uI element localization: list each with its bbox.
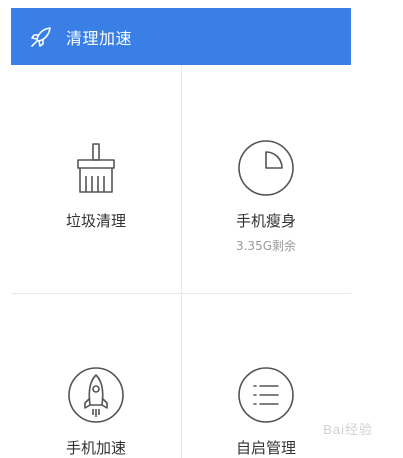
tile-label: 自启管理 [235, 439, 296, 457]
feature-grid: 垃圾清理 手机瘦身 3.35G剩余 手机加速 自启管理 [11, 65, 351, 458]
screen: 清理加速 垃圾清理 手机瘦身 3.35G剩余 手机加速 自启管理 Bai经验 [0, 0, 403, 458]
header-bar: 清理加速 [11, 8, 351, 65]
grid-divider-horizontal [11, 293, 351, 294]
storage-remaining-text: 3.35G剩余 [235, 239, 297, 253]
rocket-icon [68, 367, 124, 423]
broom-icon [77, 143, 115, 193]
tile-junk-cleanup[interactable]: 垃圾清理 [11, 138, 181, 231]
tile-label: 垃圾清理 [65, 212, 126, 230]
pie-chart-icon [238, 140, 294, 196]
tile-autostart-management[interactable]: 自启管理 [181, 365, 351, 458]
watermark: Bai经验 [323, 422, 373, 437]
tile-phone-boost[interactable]: 手机加速 [11, 365, 181, 458]
header-title: 清理加速 [66, 28, 133, 48]
rocket-icon [31, 26, 51, 47]
list-icon [238, 367, 294, 423]
tile-label: 手机瘦身 [235, 212, 296, 230]
tile-phone-slimming[interactable]: 手机瘦身 3.35G剩余 [181, 138, 351, 254]
tile-label: 手机加速 [65, 439, 126, 457]
